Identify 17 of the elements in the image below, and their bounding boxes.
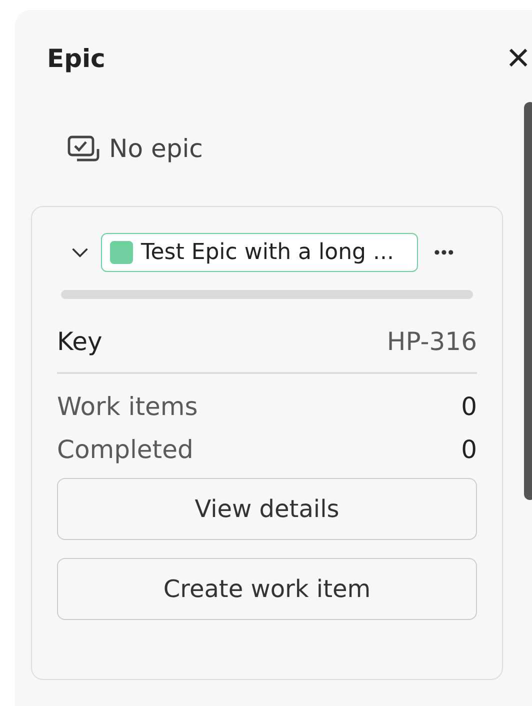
key-label: Key <box>57 327 102 356</box>
stat-value: 0 <box>461 435 477 464</box>
epic-tag[interactable]: Test Epic with a long ... <box>101 233 418 272</box>
chevron-icon[interactable] <box>71 247 89 258</box>
more-button[interactable]: ••• <box>434 242 455 262</box>
stat-label: Completed <box>57 435 194 464</box>
epic-name: Test Epic with a long ... <box>141 240 394 265</box>
key-value: HP-316 <box>386 327 477 356</box>
panel-title: Epic <box>47 44 106 72</box>
action-button[interactable]: View details <box>57 478 477 540</box>
stacked-checkbox-icon <box>67 134 101 162</box>
action-button[interactable]: Create work item <box>57 558 477 620</box>
stat-label: Work items <box>57 392 198 421</box>
close-button[interactable]: × <box>506 38 530 78</box>
no-epic-label: No epic <box>109 134 203 163</box>
no-epic-option[interactable]: No epic <box>67 134 203 163</box>
stat-value: 0 <box>461 392 477 421</box>
